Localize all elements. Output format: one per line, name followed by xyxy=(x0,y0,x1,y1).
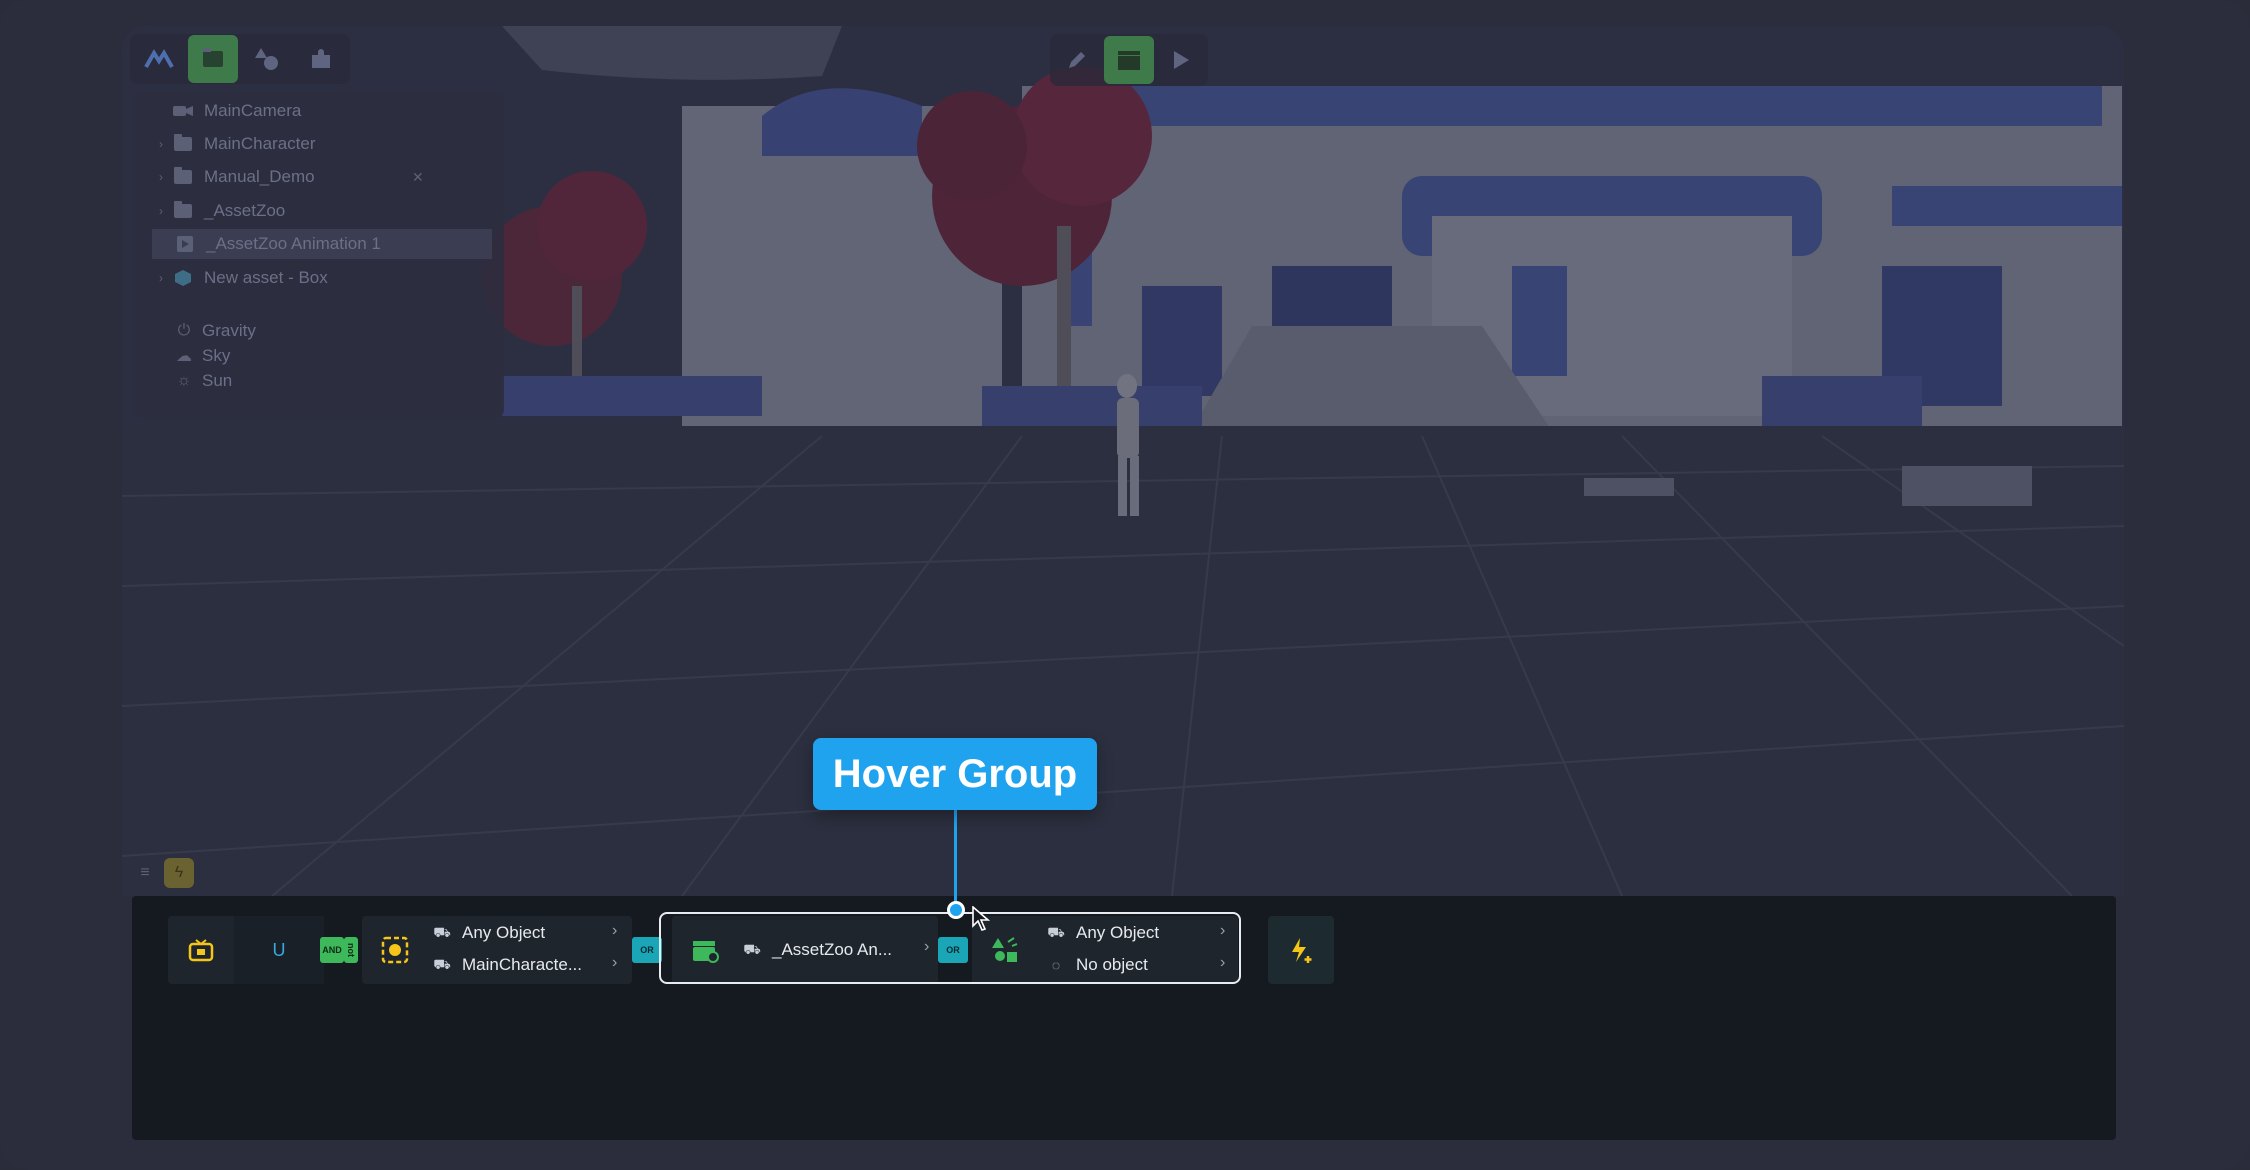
outliner-item-label: _AssetZoo xyxy=(204,201,286,220)
outliner-item-assetzoo-animation[interactable]: _AssetZoo Animation 1 xyxy=(152,229,492,259)
chevron-right-icon[interactable]: › xyxy=(612,954,617,972)
environment-item-label: Sun xyxy=(202,371,233,390)
outliner-item-manual-demo[interactable]: › Manual_Demo ✕ xyxy=(132,162,504,192)
folder-icon xyxy=(172,167,194,186)
object-icon: ⛟ xyxy=(433,955,451,972)
condition-block-1[interactable]: ⛟ Any Object › ⛟ MainCharacte... › xyxy=(362,916,632,984)
lightning-icon[interactable]: ϟ xyxy=(164,858,194,888)
folder-tab-button[interactable] xyxy=(188,35,238,83)
tv-trigger-icon[interactable] xyxy=(168,916,234,984)
folder-icon xyxy=(172,201,194,220)
condition-1-subject-label: Any Object xyxy=(462,923,546,942)
edit-mode-button[interactable] xyxy=(1052,36,1102,84)
scene-outliner: MainCamera › MainCharacter › Manual_Demo… xyxy=(132,92,504,418)
bottom-left-tools: ≡ ϟ xyxy=(130,858,194,888)
outliner-item-label: Manual_Demo xyxy=(204,167,315,186)
environment-item-sky[interactable]: ☁ Sky xyxy=(132,344,504,368)
outliner-item-label: MainCamera xyxy=(204,101,302,120)
condition-1-target-label: MainCharacte... xyxy=(462,955,582,974)
outliner-item-label: New asset - Box xyxy=(204,268,328,287)
sun-icon: ☼ xyxy=(176,372,192,389)
app-window: MainCamera › MainCharacter › Manual_Demo… xyxy=(0,0,2250,1170)
not-tag[interactable]: not xyxy=(344,937,358,963)
outliner-item-assetzoo[interactable]: › _AssetZoo xyxy=(132,196,504,226)
chevron-right-icon[interactable]: › xyxy=(612,922,617,940)
condition-1-subject[interactable]: ⛟ Any Object xyxy=(433,918,546,948)
sliders-icon[interactable]: ≡ xyxy=(130,858,160,888)
trigger-key-letter[interactable]: U xyxy=(234,916,324,984)
environment-item-sun[interactable]: ☼ Sun xyxy=(132,369,504,393)
condition-1-target[interactable]: ⛟ MainCharacte... xyxy=(433,950,582,980)
hover-group-callout: Hover Group xyxy=(813,738,1097,810)
camera-icon xyxy=(172,102,194,120)
environment-item-label: Sky xyxy=(202,346,231,365)
callout-connector-line xyxy=(954,810,957,910)
play-button[interactable] xyxy=(1156,36,1206,84)
chevron-right-icon[interactable]: › xyxy=(150,170,172,184)
outliner-item-label: _AssetZoo Animation 1 xyxy=(206,234,381,253)
animation-icon xyxy=(174,235,196,253)
lightning-plus-icon xyxy=(1268,916,1334,984)
folder-icon xyxy=(172,134,194,153)
shapes-icon xyxy=(255,48,278,70)
outliner-item-new-asset-box[interactable]: › New asset - Box xyxy=(132,263,504,293)
plugins-tab-button[interactable] xyxy=(296,35,346,83)
outliner-item-label: MainCharacter xyxy=(204,134,316,153)
environment-item-label: Gravity xyxy=(202,321,256,340)
outliner-item-main-camera[interactable]: MainCamera xyxy=(132,96,504,126)
mode-toolbar xyxy=(1050,34,1208,86)
object-icon: ⛟ xyxy=(433,923,451,940)
environment-item-gravity[interactable]: ⏻ Gravity xyxy=(132,319,504,343)
mouse-cursor-icon xyxy=(972,906,990,931)
cloud-icon: ☁ xyxy=(176,348,192,365)
callout-anchor-dot xyxy=(947,901,965,919)
chevron-right-icon[interactable]: › xyxy=(150,204,172,218)
gravity-icon: ⏻ xyxy=(177,322,191,339)
pin-icon[interactable]: ✕ xyxy=(412,169,424,186)
shapes-tab-button[interactable] xyxy=(242,35,292,83)
chevron-right-icon[interactable]: › xyxy=(150,137,172,151)
chevron-right-icon[interactable]: › xyxy=(150,271,172,285)
hover-condition-icon[interactable] xyxy=(362,916,428,984)
clapperboard-icon xyxy=(1118,51,1140,70)
top-left-toolbar xyxy=(130,34,350,84)
play-icon xyxy=(1174,51,1189,69)
logo-icon[interactable] xyxy=(134,35,184,83)
trigger-block[interactable]: U xyxy=(168,916,324,984)
scene-viewport[interactable]: MainCamera › MainCharacter › Manual_Demo… xyxy=(122,26,2124,896)
pencil-icon xyxy=(1069,52,1085,68)
outliner-item-main-character[interactable]: › MainCharacter xyxy=(132,129,504,159)
animation-mode-button[interactable] xyxy=(1104,36,1154,84)
cube-icon xyxy=(172,269,194,287)
add-action-button[interactable] xyxy=(1268,916,1334,984)
hovered-group-outline[interactable] xyxy=(659,912,1241,984)
folder-icon xyxy=(203,48,223,67)
and-tag[interactable]: AND xyxy=(320,937,344,963)
puzzle-icon xyxy=(312,49,330,68)
or-tag-1[interactable]: OR xyxy=(632,937,662,963)
